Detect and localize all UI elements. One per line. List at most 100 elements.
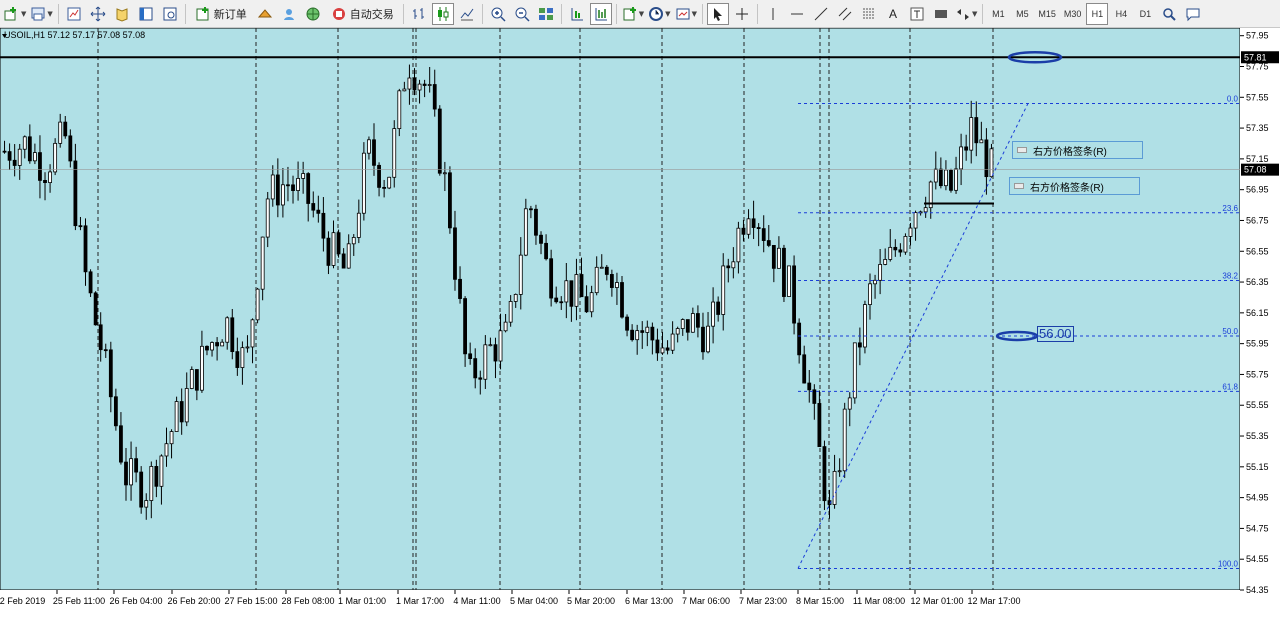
line-chart-button[interactable]	[456, 3, 478, 25]
text-label-button[interactable]	[906, 3, 928, 25]
text-label-icon	[910, 7, 924, 20]
autoscroll-button[interactable]	[589, 2, 612, 25]
equidistant-channel-button[interactable]	[834, 3, 856, 25]
candle-body	[230, 317, 235, 353]
new-chart-button[interactable]: ▼	[3, 3, 27, 25]
candle-body	[680, 319, 685, 329]
vertical-line-button[interactable]	[762, 3, 784, 25]
candle-body	[655, 339, 660, 354]
right-price-label-2[interactable]: 右方价格签条(R)	[1009, 177, 1140, 195]
profiles-button[interactable]: ▼	[29, 3, 53, 25]
navigator-button[interactable]	[111, 3, 133, 25]
templates-button[interactable]: ▼	[674, 3, 698, 25]
fib-level-label: 0.0	[1227, 94, 1239, 103]
candle-body	[554, 297, 559, 303]
bar-chart-button[interactable]	[408, 3, 430, 25]
chart-window[interactable]: 57.95 57.75 57.55 57.35 57.15 56.95 56.75 56.55…	[0, 28, 1280, 618]
candlestick-chart-button[interactable]	[431, 2, 454, 25]
terminal-button[interactable]	[135, 3, 157, 25]
candle-body	[589, 292, 594, 313]
candle-body	[812, 389, 817, 404]
rectangle-button[interactable]	[930, 3, 952, 25]
periods-button[interactable]: ▼	[647, 3, 671, 25]
timeframe-m1[interactable]: M1	[987, 3, 1009, 25]
candle-body	[868, 283, 872, 305]
timeframe-d1[interactable]: D1	[1134, 3, 1156, 25]
right-price-label-1[interactable]: 右方价格签条(R)	[1012, 141, 1143, 159]
horizontal-line-button[interactable]	[786, 3, 808, 25]
horizontal-line-icon	[790, 13, 803, 14]
candle-body	[189, 369, 194, 389]
navigator-icon	[116, 7, 128, 22]
candle-body	[878, 264, 883, 281]
market-watch-button[interactable]	[63, 3, 85, 25]
arrows-button[interactable]: ▼	[954, 3, 978, 25]
signals-button[interactable]	[278, 3, 300, 25]
text-button[interactable]: A	[882, 3, 904, 25]
price-tick-label: 54.55	[1246, 554, 1269, 564]
trendline-button[interactable]	[810, 3, 832, 25]
candle-body	[124, 461, 128, 486]
price-tick-label: 55.75	[1246, 369, 1269, 379]
candle-body	[372, 139, 376, 166]
timeframe-h4[interactable]: H4	[1110, 3, 1132, 25]
time-tick-label: 5 Mar 20:00	[567, 596, 615, 606]
candle-body	[68, 135, 73, 162]
timeframe-m30[interactable]: M30	[1061, 3, 1085, 25]
candle-body	[58, 121, 63, 144]
crosshair-icon	[735, 7, 748, 20]
strategy-tester-button[interactable]	[159, 3, 181, 25]
candle-body	[883, 259, 888, 265]
price-chart[interactable]: 57.9557.7557.5557.3557.1556.9556.7556.55…	[0, 28, 1280, 618]
time-tick-label: 26 Feb 20:00	[167, 596, 220, 606]
cursor-button[interactable]	[706, 2, 729, 25]
tile-windows-button[interactable]	[535, 3, 557, 25]
crosshair-button[interactable]	[731, 3, 753, 25]
text-tool-icon: A	[888, 6, 897, 21]
candle-body	[225, 317, 230, 343]
candle-body	[949, 169, 953, 191]
right-price-label-2-text: 右方价格签条(R)	[1030, 182, 1104, 194]
candle-body	[630, 329, 635, 341]
crosshair-move-icon	[90, 6, 106, 21]
candle-body	[103, 349, 108, 352]
new-order-button[interactable]: 新订单	[190, 3, 252, 25]
candlestick-icon	[437, 6, 449, 21]
data-window-button[interactable]	[87, 3, 109, 25]
ellipse-price-text[interactable]: 56.00	[1037, 326, 1074, 342]
chat-button[interactable]	[1182, 3, 1204, 25]
zoom-in-icon	[491, 7, 506, 22]
candle-body	[134, 458, 139, 473]
candle-body	[863, 304, 867, 348]
right-price-label-1-text: 右方价格签条(R)	[1033, 146, 1107, 158]
timeframe-m5[interactable]: M5	[1011, 3, 1033, 25]
candle-body	[437, 108, 442, 174]
candle-body	[685, 319, 690, 333]
candle-body	[539, 234, 543, 244]
indicators-button[interactable]: ▼	[621, 3, 645, 25]
market-button[interactable]	[302, 3, 324, 25]
candle-body	[250, 319, 255, 348]
candle-body	[205, 345, 209, 351]
expert-advisor-button[interactable]	[254, 3, 276, 25]
zoom-in-button[interactable]	[487, 3, 509, 25]
candle-body	[675, 328, 680, 335]
candle-body	[22, 136, 27, 150]
candle-body	[265, 198, 270, 238]
candle-body	[842, 408, 847, 472]
search-button[interactable]	[1158, 3, 1180, 25]
candle-body	[200, 345, 204, 391]
price-tick-label: 57.95	[1246, 31, 1269, 41]
candle-body	[397, 90, 402, 130]
auto-trading-button[interactable]: 自动交易	[326, 3, 399, 25]
chart-shift-button[interactable]	[566, 3, 588, 25]
candle-body	[604, 266, 609, 275]
price-tick-label: 55.15	[1246, 462, 1269, 472]
auto-trading-icon	[332, 7, 345, 20]
zoom-out-button[interactable]	[511, 3, 533, 25]
autoscroll-icon	[595, 7, 607, 20]
timeframe-m15[interactable]: M15	[1035, 3, 1059, 25]
fibonacci-button[interactable]	[858, 3, 880, 25]
candle-body	[113, 396, 118, 427]
timeframe-h1[interactable]: H1	[1086, 2, 1109, 25]
